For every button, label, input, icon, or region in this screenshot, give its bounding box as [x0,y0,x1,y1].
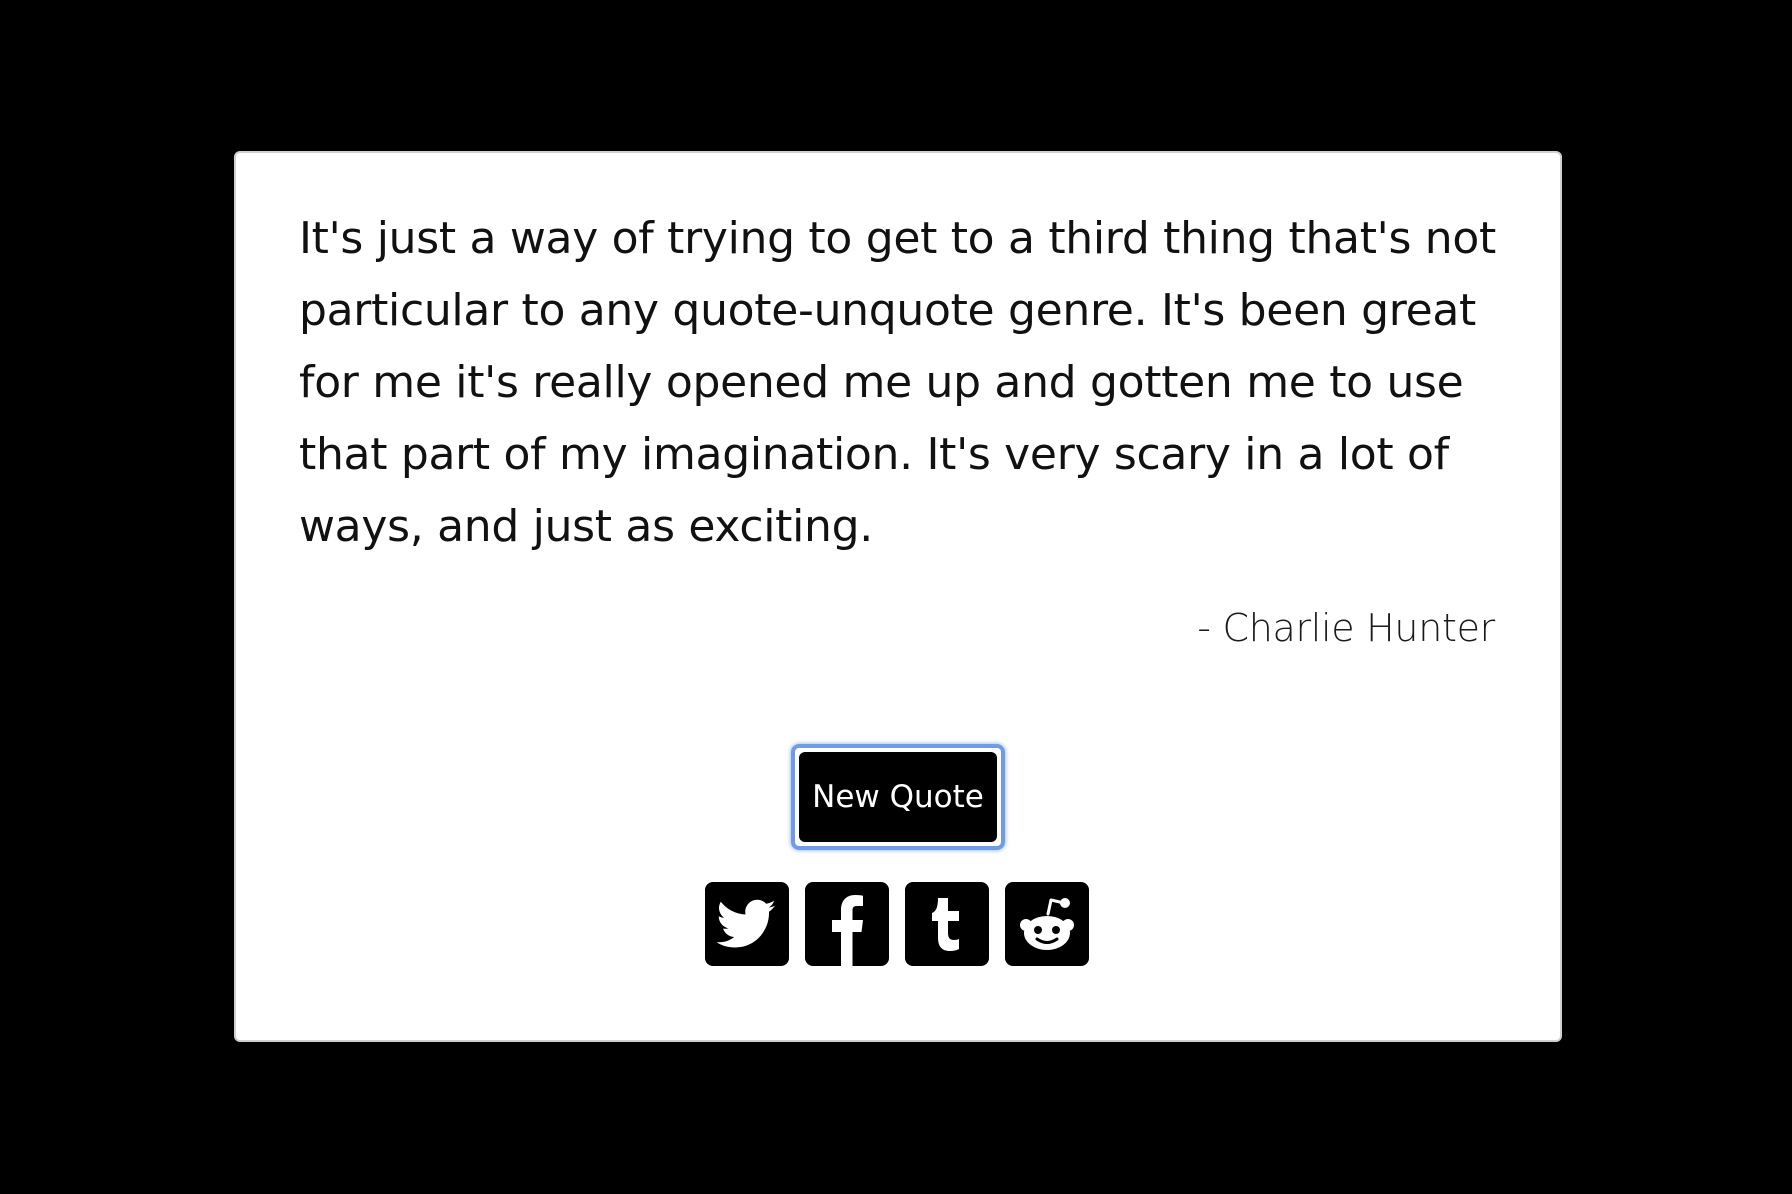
share-reddit-button[interactable] [1005,882,1089,966]
share-buttons [705,882,1089,968]
share-tumblr-button[interactable] [905,882,989,966]
new-quote-focus-ring: New Quote [791,744,1005,850]
quote-author: - Charlie Hunter [1197,606,1495,650]
new-quote-button[interactable]: New Quote [799,752,997,842]
share-facebook-button[interactable] [805,882,889,966]
share-twitter-button[interactable] [705,882,789,966]
quote-card: It's just a way of trying to get to a th… [234,151,1562,1042]
tumblr-icon [932,898,959,951]
twitter-icon [717,899,776,948]
quote-text: It's just a way of trying to get to a th… [299,213,1496,552]
facebook-icon [832,895,863,966]
reddit-icon [1020,898,1074,950]
